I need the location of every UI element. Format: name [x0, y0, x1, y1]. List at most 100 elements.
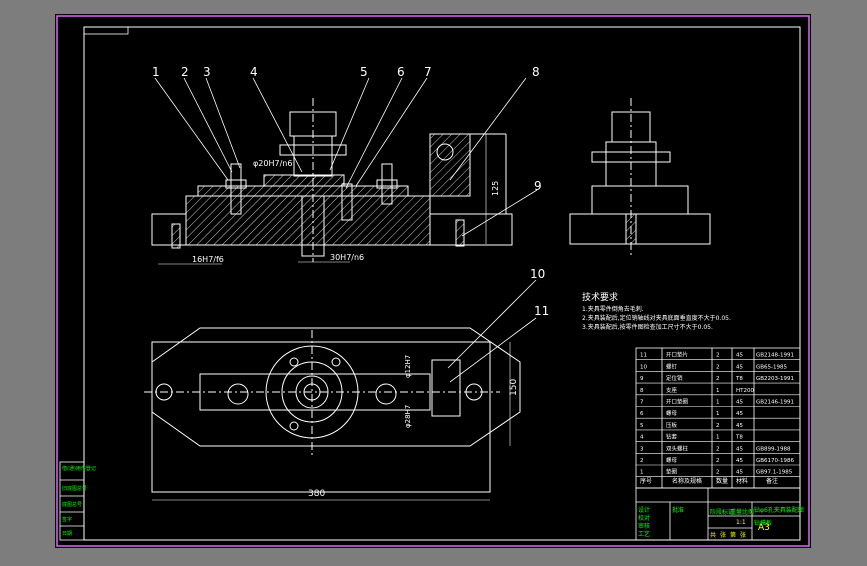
balloon-7: 7: [424, 65, 432, 79]
parts-header-name: 名称及规格: [672, 477, 702, 485]
support-block: [429, 133, 471, 197]
parts-header-no: 序号: [640, 477, 652, 485]
tech-req-title: 技术要求: [582, 291, 618, 303]
parts-cell-standard: GB2203-1991: [756, 376, 794, 382]
parts-cell-material: 45: [736, 458, 743, 464]
sheet-index-unit: 张: [740, 531, 746, 539]
parts-cell-no: 3: [640, 446, 644, 452]
parts-header-material: 材料: [736, 477, 748, 485]
parts-header-standard: 备注: [766, 477, 778, 485]
parts-cell-name: 螺钉: [666, 362, 678, 370]
parts-cell-no: 11: [640, 353, 647, 359]
stage-weight: 重量: [730, 508, 742, 516]
parts-cell-no: 10: [640, 364, 647, 370]
parts-cell-name: 螺母: [666, 409, 678, 417]
label-process: 工艺: [638, 530, 650, 538]
dim-bush-fit: 30H7/n6: [330, 253, 364, 262]
balloon-6: 6: [397, 65, 405, 79]
parts-cell-material: T8: [735, 376, 743, 382]
parts-cell-qty: 2: [716, 353, 720, 359]
parts-cell-qty: 2: [716, 446, 720, 452]
balloon-9: 9: [534, 179, 542, 193]
side-label-5: 日期: [62, 531, 72, 537]
parts-cell-standard: GB899-1988: [756, 446, 791, 452]
parts-cell-name: 钻套: [666, 433, 678, 441]
label-check: 校对: [638, 514, 650, 522]
drawing-no: A3: [758, 523, 770, 533]
tech-req-line-1: 1.夹具零件倒角去毛刺.: [582, 305, 644, 313]
dim-length: 380: [308, 489, 325, 499]
side-label-1: 借(通)用件登记: [62, 465, 96, 472]
parts-cell-material: HT200: [736, 388, 754, 394]
parts-cell-name: 开口垫片: [666, 351, 688, 359]
parts-cell-material: 45: [736, 446, 743, 452]
plate-boss: [263, 174, 345, 187]
balloon-2: 2: [181, 65, 189, 79]
dim-dia-lower: φ28H7: [404, 405, 412, 428]
parts-cell-material: T8: [735, 435, 743, 441]
parts-cell-qty: 2: [716, 470, 720, 476]
parts-cell-standard: GB65-1985: [756, 364, 788, 370]
parts-cell-qty: 2: [716, 423, 720, 429]
dim-height: 125: [491, 181, 500, 196]
parts-cell-qty: 1: [716, 400, 720, 406]
balloon-10: 10: [530, 267, 545, 281]
sheet-total: 共: [710, 531, 716, 539]
sheet-total-unit: 张: [720, 531, 726, 539]
parts-cell-material: 45: [736, 364, 743, 370]
parts-cell-no: 7: [640, 400, 644, 406]
balloon-11: 11: [534, 304, 549, 318]
label-approve: 批准: [672, 506, 684, 514]
dim-pin-fit: 16H7/f6: [192, 255, 224, 264]
side-label-3: 底图总号: [62, 501, 82, 508]
parts-cell-qty: 1: [716, 388, 720, 394]
parts-cell-name: 双头螺柱: [666, 444, 689, 452]
parts-header-qty: 数量: [716, 477, 728, 485]
main-title: 钻φ6孔夹具装配图: [754, 506, 804, 514]
balloon-4: 4: [250, 65, 258, 79]
tech-req-line-2: 2.夹具装配后,定位销轴线对夹具底面垂直度不大于0.05.: [582, 314, 731, 322]
parts-cell-standard: GB97.1-1985: [756, 470, 793, 476]
parts-cell-material: 45: [736, 411, 743, 417]
parts-cell-no: 9: [640, 376, 644, 382]
parts-cell-name: 螺母: [666, 456, 678, 464]
scale: 1:1: [736, 519, 746, 526]
parts-cell-qty: 2: [716, 376, 720, 382]
parts-cell-no: 1: [640, 470, 644, 476]
balloon-1: 1: [152, 65, 160, 79]
parts-cell-standard: GB2146-1991: [756, 400, 794, 406]
parts-cell-name: 压板: [666, 421, 678, 429]
parts-cell-no: 4: [640, 435, 644, 441]
dim-width: 150: [509, 379, 519, 396]
parts-cell-material: 45: [736, 423, 743, 429]
parts-cell-material: 45: [736, 353, 743, 359]
cad-drawing-sheet: 1 2 3 4 5 6 7 8 9 10 11 φ20H7/n6 16H7/f6…: [0, 0, 867, 562]
parts-cell-qty: 1: [716, 435, 720, 441]
parts-cell-standard: GB2148-1991: [756, 353, 794, 359]
balloon-3: 3: [203, 65, 211, 79]
parts-cell-qty: 2: [716, 458, 720, 464]
drawing-canvas: 1 2 3 4 5 6 7 8 9 10 11 φ20H7/n6 16H7/f6…: [55, 14, 811, 548]
stage-scale: 比例: [742, 508, 754, 516]
balloon-8: 8: [532, 65, 540, 79]
parts-cell-qty: 1: [716, 411, 720, 417]
dim-dia-upper: φ12H7: [404, 355, 412, 378]
parts-cell-material: 45: [736, 400, 743, 406]
balloon-5: 5: [360, 65, 368, 79]
label-review: 审核: [638, 522, 650, 530]
parts-cell-no: 6: [640, 411, 644, 417]
side-label-2: 旧底图总号: [62, 485, 87, 492]
parts-cell-standard: GB6170-1986: [756, 458, 795, 464]
parts-cell-no: 5: [640, 423, 644, 429]
parts-cell-name: 垫圈: [666, 468, 678, 476]
parts-cell-qty: 2: [716, 364, 720, 370]
tech-req-line-3: 3.夹具装配后,按零件图检查加工尺寸不大于0.05.: [582, 323, 713, 331]
side-label-4: 签字: [62, 516, 72, 523]
parts-cell-name: 开口垫圈: [666, 398, 689, 406]
parts-cell-no: 2: [640, 458, 644, 464]
parts-cell-name: 支座: [666, 386, 678, 394]
base-plate: [185, 195, 431, 246]
sheet-index: 第: [730, 531, 736, 539]
sheet-background: [55, 14, 811, 548]
parts-cell-material: 45: [736, 470, 743, 476]
